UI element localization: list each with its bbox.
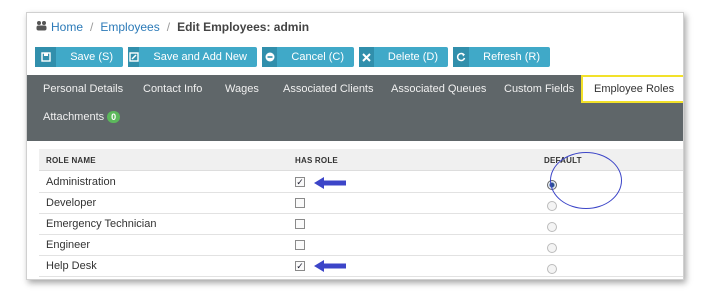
toolbar: Save (S) Save and Add New Cancel (C) Del… bbox=[35, 47, 550, 67]
breadcrumb-separator: / bbox=[90, 20, 94, 34]
has-role-checkbox[interactable] bbox=[295, 240, 305, 250]
column-header-role-name: ROLE NAME bbox=[46, 156, 96, 165]
tab-personal-details[interactable]: Personal Details bbox=[43, 75, 123, 103]
tab-associated-clients[interactable]: Associated Clients bbox=[283, 75, 374, 103]
save-button-label: Save (S) bbox=[70, 51, 113, 63]
tab-bar: Personal Details Contact Info Wages Asso… bbox=[27, 75, 683, 141]
breadcrumb-separator: / bbox=[166, 20, 171, 34]
tab-employee-roles[interactable]: Employee Roles bbox=[581, 75, 683, 103]
home-icon[interactable] bbox=[35, 20, 48, 34]
tab-wages[interactable]: Wages bbox=[225, 75, 259, 103]
cancel-button-label: Cancel (C) bbox=[291, 51, 344, 63]
minus-circle-icon bbox=[262, 47, 278, 67]
annotation-arrow-icon bbox=[314, 260, 346, 272]
tab-custom-fields[interactable]: Custom Fields bbox=[504, 75, 574, 103]
default-radio[interactable] bbox=[547, 243, 557, 253]
refresh-button-label: Refresh (R) bbox=[483, 51, 540, 63]
has-role-checkbox[interactable]: ✓ bbox=[295, 177, 305, 187]
role-name: Help Desk bbox=[46, 260, 97, 272]
close-icon bbox=[359, 47, 374, 67]
default-radio[interactable] bbox=[547, 264, 557, 274]
attachments-count-badge: 0 bbox=[107, 111, 121, 123]
tab-associated-queues[interactable]: Associated Queues bbox=[391, 75, 486, 103]
cancel-button[interactable]: Cancel (C) bbox=[262, 47, 354, 67]
save-button[interactable]: Save (S) bbox=[35, 47, 123, 67]
column-header-has-role: HAS ROLE bbox=[295, 156, 338, 165]
save-and-add-new-label: Save and Add New bbox=[153, 51, 247, 63]
tab-contact-info[interactable]: Contact Info bbox=[143, 75, 202, 103]
default-radio[interactable] bbox=[547, 222, 557, 232]
table-row: Help Desk ✓ bbox=[39, 256, 683, 277]
refresh-icon bbox=[453, 47, 470, 67]
save-icon bbox=[35, 47, 57, 67]
edit-icon bbox=[128, 47, 140, 67]
has-role-checkbox[interactable] bbox=[295, 198, 305, 208]
breadcrumb: Home / Employees / Edit Employees: admin bbox=[27, 13, 683, 41]
save-and-add-new-button[interactable]: Save and Add New bbox=[128, 47, 257, 67]
role-name: Engineer bbox=[46, 239, 91, 251]
has-role-checkbox[interactable]: ✓ bbox=[295, 261, 305, 271]
breadcrumb-employees-link[interactable]: Employees bbox=[100, 20, 159, 34]
delete-button-label: Delete (D) bbox=[387, 51, 438, 63]
has-role-checkbox[interactable] bbox=[295, 219, 305, 229]
role-name: Administration bbox=[46, 176, 116, 188]
tab-attachments-label: Attachments bbox=[43, 111, 105, 123]
role-name: Emergency Technician bbox=[46, 218, 157, 230]
refresh-button[interactable]: Refresh (R) bbox=[453, 47, 550, 67]
employee-edit-window: Home / Employees / Edit Employees: admin… bbox=[26, 12, 684, 280]
table-row: Emergency Technician bbox=[39, 214, 683, 235]
page-title: Edit Employees: admin bbox=[177, 20, 310, 34]
role-name: Developer bbox=[46, 197, 97, 209]
breadcrumb-home-link[interactable]: Home bbox=[51, 20, 83, 34]
annotation-circle bbox=[550, 152, 622, 209]
delete-button[interactable]: Delete (D) bbox=[359, 47, 448, 67]
annotation-arrow-icon bbox=[314, 177, 346, 189]
default-radio[interactable] bbox=[547, 201, 557, 211]
table-row: Engineer bbox=[39, 235, 683, 256]
tab-attachments[interactable]: Attachments 0 bbox=[43, 103, 121, 131]
